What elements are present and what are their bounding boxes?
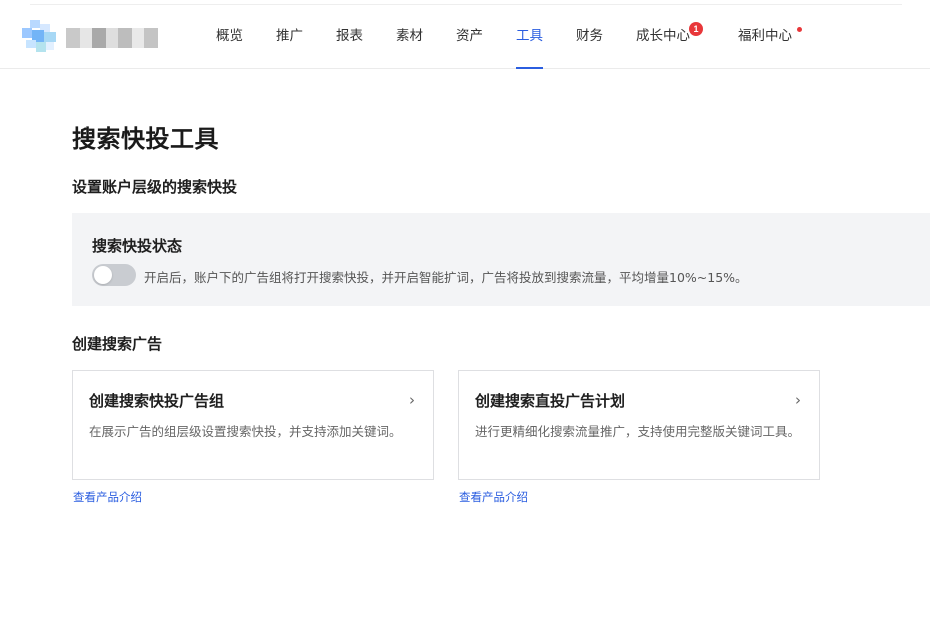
active-tab-indicator: [516, 67, 543, 69]
toggle-knob: [94, 266, 112, 284]
create-quick-search-adgroup-card[interactable]: 创建搜索快投广告组 › 在展示广告的组层级设置搜索快投，并支持添加关键词。: [72, 370, 434, 480]
nav-label: 报表: [336, 28, 363, 44]
logo-wordmark-icon: [66, 28, 162, 48]
nav-item-reports[interactable]: 报表: [336, 0, 363, 69]
nav-item-overview[interactable]: 概览: [216, 0, 243, 69]
status-description: 开启后，账户下的广告组将打开搜索快投，并开启智能扩词，广告将投放到搜索流量，平均…: [144, 270, 748, 285]
page-title: 搜索快投工具: [72, 125, 219, 153]
product-intro-link[interactable]: 查看产品介绍: [459, 489, 528, 505]
nav-label: 财务: [576, 28, 603, 44]
logo-mark-icon: [22, 20, 58, 54]
status-title: 搜索快投状态: [92, 237, 183, 255]
nav-item-tools[interactable]: 工具: [516, 0, 543, 69]
create-search-direct-campaign-card[interactable]: 创建搜索直投广告计划 › 进行更精细化搜索流量推广，支持使用完整版关键词工具。: [458, 370, 820, 480]
nav-label: 成长中心: [636, 28, 690, 44]
nav-item-promotion[interactable]: 推广: [276, 0, 303, 69]
card-title: 创建搜索快投广告组: [89, 392, 225, 410]
chevron-right-icon: ›: [409, 391, 415, 409]
nav-item-assets[interactable]: 资产: [456, 0, 483, 69]
account-section-title: 设置账户层级的搜索快投: [72, 178, 238, 196]
brand-logo[interactable]: [22, 20, 162, 54]
nav-item-finance[interactable]: 财务: [576, 0, 603, 69]
notification-dot: [797, 27, 802, 32]
quick-search-toggle[interactable]: [92, 264, 136, 286]
nav-label: 福利中心: [738, 28, 792, 44]
nav-item-growth-center[interactable]: 成长中心: [636, 0, 690, 69]
create-section-title: 创建搜索广告: [72, 335, 163, 353]
quick-search-status-panel: 搜索快投状态 开启后，账户下的广告组将打开搜索快投，并开启智能扩词，广告将投放到…: [72, 213, 930, 306]
top-navigation-bar: 概览 推广 报表 素材 资产 工具 财务 成长中心 1 福利中心: [0, 0, 930, 69]
nav-label: 推广: [276, 28, 303, 44]
card-description: 在展示广告的组层级设置搜索快投，并支持添加关键词。: [89, 424, 402, 439]
card-title: 创建搜索直投广告计划: [475, 392, 626, 410]
nav-item-benefits-center[interactable]: 福利中心: [738, 0, 792, 69]
card-description: 进行更精细化搜索流量推广，支持使用完整版关键词工具。: [475, 424, 801, 439]
notification-count-badge: 1: [689, 22, 703, 36]
nav-label: 工具: [516, 28, 543, 44]
nav-label: 素材: [396, 28, 423, 44]
chevron-right-icon: ›: [795, 391, 801, 409]
product-intro-link[interactable]: 查看产品介绍: [73, 489, 142, 505]
nav-label: 资产: [456, 28, 483, 44]
nav-label: 概览: [216, 28, 243, 44]
nav-item-materials[interactable]: 素材: [396, 0, 423, 69]
